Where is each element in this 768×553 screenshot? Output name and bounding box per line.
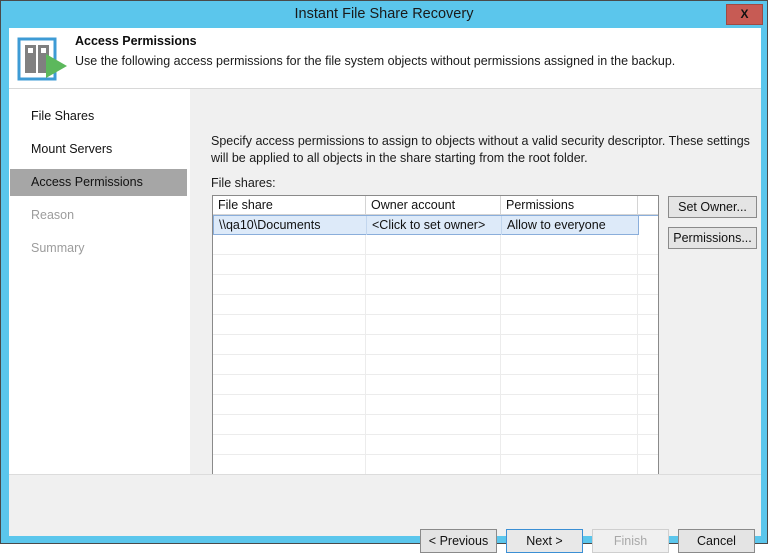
finish-button: Finish bbox=[592, 529, 669, 553]
table-row-empty[interactable] bbox=[213, 355, 658, 375]
table-cell-empty bbox=[638, 315, 658, 334]
table-cell-permissions[interactable]: Allow to everyone bbox=[502, 216, 639, 235]
table-cell-empty bbox=[366, 355, 501, 374]
table-row-empty[interactable] bbox=[213, 435, 658, 455]
page-title: Access Permissions bbox=[75, 34, 197, 48]
table-cell-empty bbox=[501, 235, 638, 254]
table-cell-empty bbox=[638, 295, 658, 314]
file-share-recovery-icon bbox=[17, 36, 71, 82]
file-shares-label: File shares: bbox=[211, 176, 276, 190]
table-cell-empty bbox=[366, 315, 501, 334]
table-cell-empty bbox=[638, 375, 658, 394]
table-cell-empty bbox=[366, 335, 501, 354]
table-cell-empty bbox=[366, 415, 501, 434]
column-header-permissions[interactable]: Permissions bbox=[501, 196, 638, 214]
table-row-empty[interactable] bbox=[213, 315, 658, 335]
table-cell-empty bbox=[501, 315, 638, 334]
table-cell-empty bbox=[501, 395, 638, 414]
previous-button[interactable]: < Previous bbox=[420, 529, 497, 553]
sidebar-item-file-shares[interactable]: File Shares bbox=[10, 103, 187, 130]
table-cell-empty bbox=[501, 435, 638, 454]
table-cell-empty bbox=[501, 355, 638, 374]
table-row-empty[interactable] bbox=[213, 235, 658, 255]
table-cell-empty bbox=[213, 295, 366, 314]
instant-file-share-recovery-window: Instant File Share Recovery X Access Per… bbox=[0, 0, 768, 553]
column-header-filler bbox=[638, 196, 658, 214]
wizard-header: Access Permissions Use the following acc… bbox=[9, 28, 761, 89]
table-cell-empty bbox=[213, 275, 366, 294]
table-row-empty[interactable] bbox=[213, 295, 658, 315]
table-cell-empty bbox=[638, 395, 658, 414]
table-header-row: File share Owner account Permissions bbox=[213, 196, 658, 215]
table-row[interactable]: \\qa10\Documents <Click to set owner> Allo… bbox=[213, 215, 658, 235]
column-header-file-share[interactable]: File share bbox=[213, 196, 366, 214]
table-cell-empty bbox=[501, 335, 638, 354]
page-description: Use the following access permissions for… bbox=[75, 54, 676, 68]
table-row-empty[interactable] bbox=[213, 455, 658, 475]
table-cell-empty bbox=[366, 375, 501, 394]
table-cell-empty bbox=[213, 455, 366, 474]
table-row-empty[interactable] bbox=[213, 375, 658, 395]
next-button[interactable]: Next > bbox=[506, 529, 583, 553]
file-shares-table[interactable]: File share Owner account Permissions \\q… bbox=[212, 195, 659, 502]
wizard-footer: < Previous Next > Finish Cancel bbox=[9, 474, 761, 553]
table-cell-empty bbox=[501, 275, 638, 294]
table-cell-empty bbox=[213, 375, 366, 394]
permissions-button[interactable]: Permissions... bbox=[668, 227, 757, 249]
sidebar-item-reason: Reason bbox=[31, 208, 75, 222]
table-cell-empty bbox=[366, 275, 501, 294]
sidebar-item-summary: Summary bbox=[31, 241, 85, 255]
table-row-empty[interactable] bbox=[213, 275, 658, 295]
table-cell-empty bbox=[638, 335, 658, 354]
main-panel: Specify access permissions to assign to … bbox=[190, 89, 761, 502]
table-cell-empty bbox=[366, 455, 501, 474]
table-cell-owner-account[interactable]: <Click to set owner> bbox=[367, 216, 502, 235]
column-header-owner-account[interactable]: Owner account bbox=[366, 196, 501, 214]
client-area: Access Permissions Use the following acc… bbox=[9, 28, 761, 553]
table-cell-empty bbox=[213, 395, 366, 414]
table-cell-empty bbox=[213, 255, 366, 274]
table-cell-filler[interactable] bbox=[639, 216, 658, 235]
table-cell-empty bbox=[213, 235, 366, 254]
table-row-empty[interactable] bbox=[213, 255, 658, 275]
wizard-step-list: File Shares Mount Servers Access Permiss… bbox=[9, 89, 190, 474]
table-cell-empty bbox=[638, 275, 658, 294]
table-cell-empty bbox=[501, 415, 638, 434]
instructions-text: Specify access permissions to assign to … bbox=[211, 134, 750, 165]
table-cell-empty bbox=[213, 415, 366, 434]
table-row-empty[interactable] bbox=[213, 395, 658, 415]
table-cell-empty bbox=[366, 255, 501, 274]
table-cell-empty bbox=[638, 355, 658, 374]
table-cell-empty bbox=[638, 255, 658, 274]
window-title: Instant File Share Recovery bbox=[294, 6, 474, 22]
sidebar-item-access-permissions[interactable]: Access Permissions bbox=[10, 169, 187, 196]
set-owner-button[interactable]: Set Owner... bbox=[668, 196, 757, 218]
table-cell-empty bbox=[638, 435, 658, 454]
table-cell-file-share[interactable]: \\qa10\Documents bbox=[214, 216, 367, 235]
table-cell-empty bbox=[366, 435, 501, 454]
close-icon[interactable]: X bbox=[726, 4, 763, 25]
table-cell-empty bbox=[638, 455, 658, 474]
table-cell-empty bbox=[638, 235, 658, 254]
sidebar-item-mount-servers[interactable]: Mount Servers bbox=[10, 136, 187, 163]
table-cell-empty bbox=[213, 315, 366, 334]
title-bar[interactable]: Instant File Share Recovery X bbox=[1, 1, 767, 28]
table-cell-empty bbox=[501, 255, 638, 274]
table-cell-empty bbox=[213, 355, 366, 374]
table-cell-empty bbox=[213, 435, 366, 454]
table-cell-empty bbox=[366, 295, 501, 314]
table-body: \\qa10\Documents <Click to set owner> Allo… bbox=[213, 215, 658, 501]
cancel-button[interactable]: Cancel bbox=[678, 529, 755, 553]
table-row-empty[interactable] bbox=[213, 335, 658, 355]
table-cell-empty bbox=[366, 235, 501, 254]
table-row-empty[interactable] bbox=[213, 415, 658, 435]
table-cell-empty bbox=[501, 375, 638, 394]
table-cell-empty bbox=[501, 295, 638, 314]
table-cell-empty bbox=[366, 395, 501, 414]
table-cell-empty bbox=[638, 415, 658, 434]
table-cell-empty bbox=[213, 335, 366, 354]
table-cell-empty bbox=[501, 455, 638, 474]
